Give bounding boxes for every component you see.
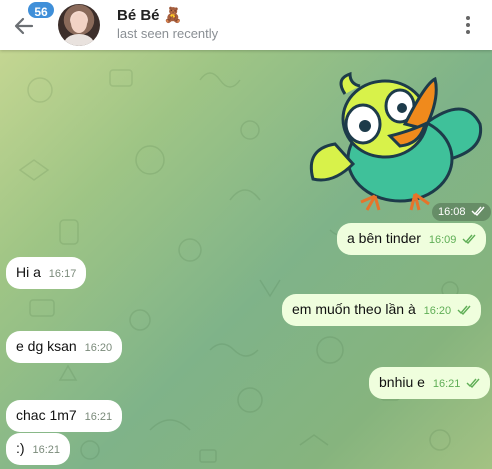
- message-timestamp: 16:20: [423, 305, 452, 317]
- message-bubble-incoming[interactable]: :) 16:21: [6, 433, 70, 465]
- message-timestamp: 16:20: [84, 342, 113, 354]
- message-bubble-outgoing[interactable]: bnhiu e 16:21: [369, 367, 491, 399]
- message-text: :): [16, 440, 25, 456]
- chat-area[interactable]: 16:08 a bên tinder 16:09 Hi a 16:17 em m…: [0, 50, 492, 469]
- more-options-button[interactable]: [460, 14, 476, 36]
- message-timestamp: 16:21: [84, 411, 113, 423]
- message-text: em muốn theo lần à: [292, 301, 416, 317]
- message-text: bnhiu e: [379, 374, 425, 390]
- double-check-icon: [457, 305, 471, 315]
- contact-name[interactable]: Bé Bé 🧸: [117, 6, 182, 24]
- more-vertical-icon: [466, 16, 470, 20]
- message-bubble-incoming[interactable]: Hi a 16:17: [6, 257, 87, 289]
- avatar[interactable]: [58, 4, 100, 46]
- message-timestamp: 16:17: [48, 268, 77, 280]
- message-timestamp: 16:08: [432, 203, 491, 221]
- chat-header: 56 Bé Bé 🧸 last seen recently: [0, 0, 492, 50]
- message-timestamp: 16:21: [32, 444, 60, 456]
- message-bubble-outgoing[interactable]: a bên tinder 16:09: [337, 223, 487, 255]
- unread-count-badge: 56: [26, 0, 56, 20]
- message-timestamp: 16:21: [432, 378, 461, 390]
- double-check-icon: [462, 234, 476, 244]
- message-text: chac 1m7: [16, 407, 77, 423]
- message-timestamp: 16:09: [428, 234, 457, 246]
- double-check-icon: [471, 206, 485, 216]
- last-seen-status: last seen recently: [117, 26, 219, 41]
- parrot-sticker[interactable]: [305, 64, 485, 214]
- message-text: e dg ksan: [16, 338, 77, 354]
- double-check-icon: [466, 378, 480, 388]
- message-text: a bên tinder: [347, 230, 421, 246]
- message-bubble-incoming[interactable]: e dg ksan 16:20: [6, 331, 123, 363]
- message-bubble-outgoing[interactable]: em muốn theo lần à 16:20: [282, 294, 482, 326]
- message-text: Hi a: [16, 264, 41, 280]
- message-bubble-incoming[interactable]: chac 1m7 16:21: [6, 400, 123, 432]
